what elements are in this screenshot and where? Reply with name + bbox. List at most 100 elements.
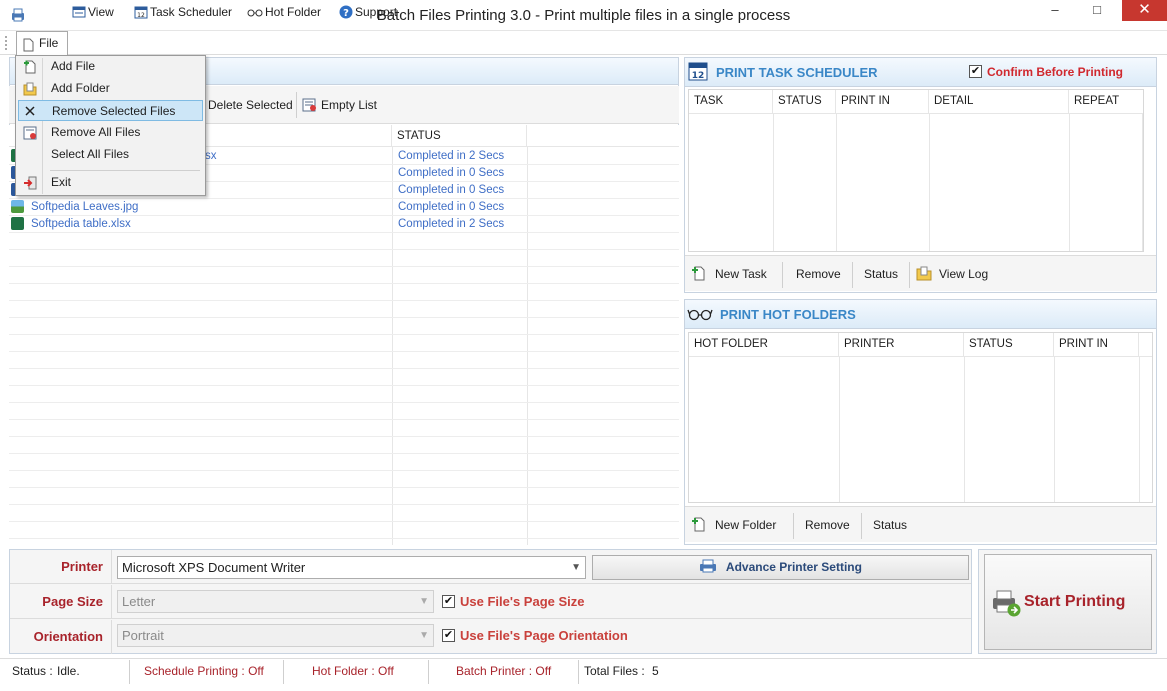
use-page-size-checkbox[interactable]: ✔ [442,595,455,608]
remove-folder-button[interactable]: Remove [805,516,850,534]
advance-printer-setting-button[interactable]: Advance Printer Setting [592,555,969,580]
use-orientation-label: Use File's Page Orientation [460,628,628,643]
column-header-hot-folder[interactable]: HOT FOLDER [689,333,839,356]
column-header-repeat[interactable]: REPEAT [1069,90,1145,113]
toolbar-separator [852,262,853,288]
task-scheduler-panel: 12 PRINT TASK SCHEDULER ✔ Confirm Before… [684,57,1157,293]
delete-selected-button[interactable]: Delete Selected [208,96,293,114]
hot-folder-status-button[interactable]: Status [873,516,907,534]
menu-view[interactable]: View [70,2,118,23]
total-files-label: Total Files : [584,664,645,678]
confirm-before-printing-checkbox[interactable]: ✔ [969,65,982,78]
menu-item-add-file[interactable]: Add File [18,56,203,77]
table-row [9,403,679,420]
table-row [9,488,679,505]
status-column-header[interactable]: STATUS [392,125,527,146]
file-name: Softpedia table.xlsx [31,218,131,230]
printer-label: Printer [10,550,112,584]
menu-item-label: Select All Files [51,147,130,161]
advance-printer-setting-label: Advance Printer Setting [725,560,862,574]
menu-task-scheduler-label: Task Scheduler [150,5,233,19]
table-row [9,267,679,284]
column-header-print-in[interactable]: PRINT IN [836,90,929,113]
new-folder-button[interactable]: New Folder [691,516,776,534]
hot-folder-status: Hot Folder : Off [312,664,394,678]
column-header-task[interactable]: TASK [689,90,773,113]
grid-column-line [1142,113,1143,251]
orientation-select[interactable]: Portrait ▼ [117,624,434,647]
status-separator [129,660,130,684]
add-file-icon [23,60,37,74]
svg-text:?: ? [343,8,349,19]
menu-grip [5,36,8,50]
column-header-status[interactable]: STATUS [773,90,836,113]
grid-column-line [1054,356,1055,502]
menu-view-label: View [88,5,114,19]
grid-column-line [1139,356,1140,502]
menu-task-scheduler[interactable]: 12 Task Scheduler [132,2,236,23]
file-status: Completed in 2 Secs [398,218,505,230]
menu-support[interactable]: ? Support [337,2,401,23]
table-row [9,505,679,522]
empty-list-label: Empty List [321,98,378,112]
file-dropdown-menu: Add File Add Folder Remove Selected File… [15,55,206,196]
menu-item-label: Add Folder [51,81,110,95]
menu-bar [0,31,1167,55]
use-orientation-checkbox[interactable]: ✔ [442,629,455,642]
menu-file[interactable]: File [16,31,68,56]
close-button[interactable]: ✕ [1122,0,1167,21]
status-separator [428,660,429,684]
table-row [9,318,679,335]
table-row[interactable]: Softpedia Leaves.jpg Completed in 0 Secs [9,199,679,216]
menu-separator [50,170,200,171]
view-icon [72,5,86,19]
file-name: Softpedia Leaves.jpg [31,201,139,213]
table-row [9,335,679,352]
task-scheduler-title: PRINT TASK SCHEDULER [716,65,878,80]
column-header-print-in[interactable]: PRINT IN [1054,333,1139,356]
help-icon: ? [339,5,353,19]
table-row[interactable]: Softpedia table.xlsx Completed in 2 Secs [9,216,679,233]
minimize-button[interactable]: ‒ [1038,0,1072,21]
start-printing-button[interactable]: Start Printing [984,554,1152,650]
use-page-size-label: Use File's Page Size [460,594,585,609]
menu-item-select-all[interactable]: Select All Files [18,144,203,165]
menu-item-remove-all[interactable]: Remove All Files [18,122,203,143]
empty-list-button[interactable]: Empty List [302,96,377,114]
chevron-down-icon: ▼ [419,630,429,641]
grid-line [689,113,1143,114]
page-size-value: Letter [122,594,156,609]
menu-item-add-folder[interactable]: Add Folder [18,78,203,99]
column-header-detail[interactable]: DETAIL [929,90,1069,113]
toolbar-separator [793,513,794,539]
orientation-label: Orientation [10,620,112,654]
orientation-row: Orientation Portrait ▼ ✔ Use File's Page… [10,620,971,654]
remove-task-button[interactable]: Remove [796,265,841,283]
grid-column-line [929,113,930,251]
menu-item-remove-selected[interactable]: Remove Selected Files [18,100,203,121]
menu-hot-folder[interactable]: Hot Folder [244,2,325,23]
table-row [9,437,679,454]
glasses-icon [687,306,713,322]
calendar-icon: 12 [134,5,148,19]
toolbar-separator [861,513,862,539]
maximize-button[interactable]: □ [1080,0,1114,21]
hot-folders-title: PRINT HOT FOLDERS [720,307,856,322]
hot-folders-grid[interactable]: HOT FOLDER PRINTER STATUS PRINT IN [688,332,1153,503]
menu-item-label: Remove Selected Files [52,104,176,118]
column-header-printer[interactable]: PRINTER [839,333,964,356]
add-file-icon [691,266,706,281]
glasses-icon [246,5,264,19]
task-grid[interactable]: TASK STATUS PRINT IN DETAIL REPEAT [688,89,1144,252]
new-folder-label: New Folder [715,518,777,532]
view-log-button[interactable]: View Log [916,265,988,283]
column-header-status[interactable]: STATUS [964,333,1054,356]
grid-column-line [964,356,965,502]
printer-select[interactable]: Microsoft XPS Document Writer ▼ [117,556,586,579]
table-row [9,420,679,437]
task-status-button[interactable]: Status [864,265,898,283]
menu-item-exit[interactable]: Exit [18,172,203,193]
page-size-select[interactable]: Letter ▼ [117,590,434,613]
table-row [9,352,679,369]
new-task-button[interactable]: New Task [691,265,767,283]
